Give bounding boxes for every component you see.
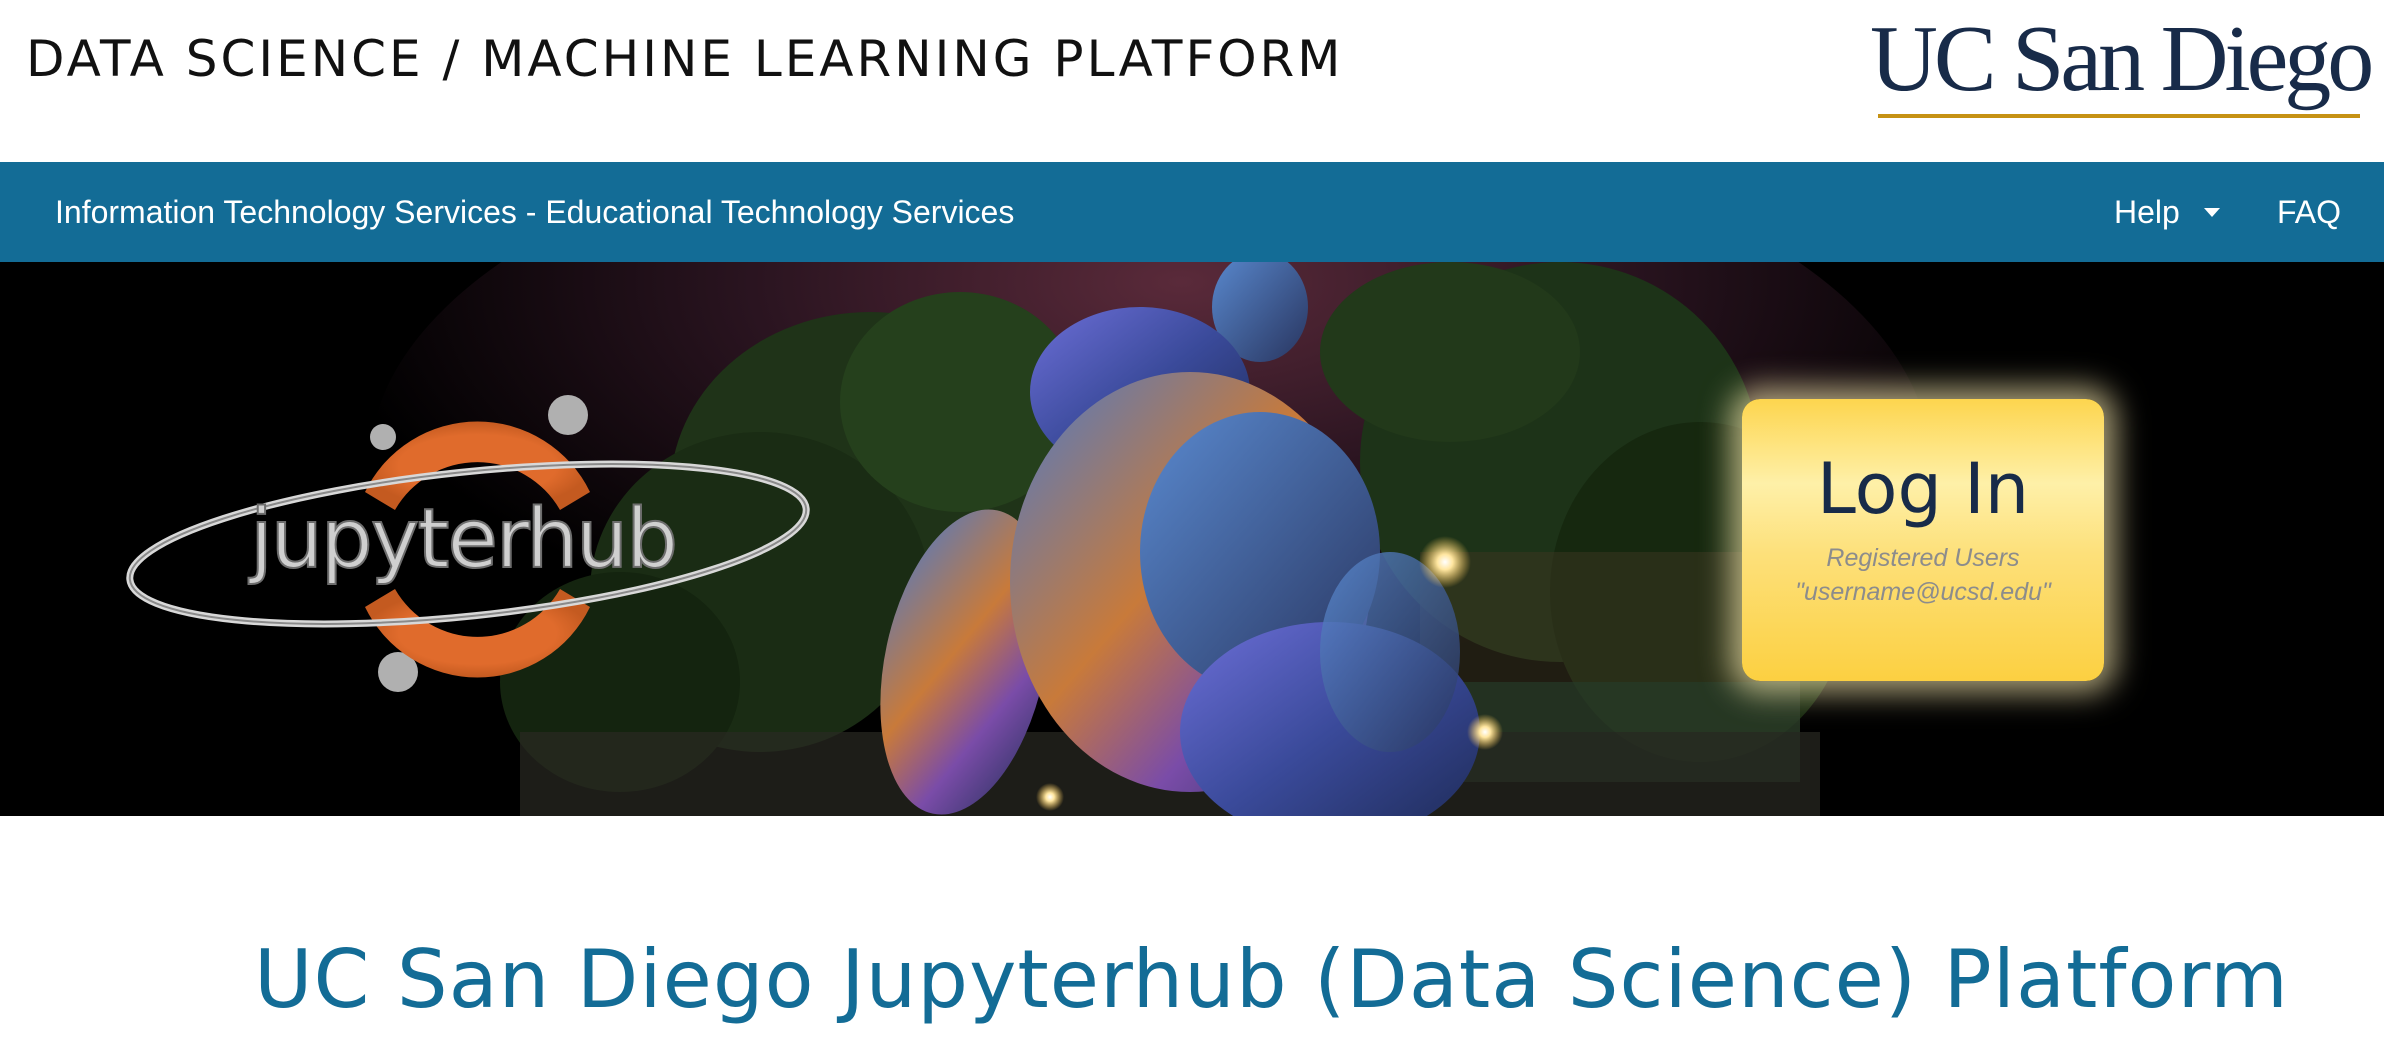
platform-title: DATA SCIENCE / MACHINE LEARNING PLATFORM [26, 30, 1344, 88]
nav-help-dropdown[interactable]: Help [2114, 162, 2220, 262]
nav-faq-link[interactable]: FAQ [2277, 162, 2341, 262]
login-sub-line1: Registered Users [1826, 544, 2020, 572]
logo-underline [1878, 114, 2360, 118]
navbar: Information Technology Services - Educat… [0, 162, 2384, 262]
nav-help-label: Help [2114, 194, 2180, 230]
caret-down-icon [2203, 208, 2220, 218]
ucsd-logo-text: UC San Diego [1870, 7, 2374, 111]
login-sub-line2: "username@ucsd.edu" [1795, 578, 2051, 606]
ucsd-logo[interactable]: UC San Diego [1870, 12, 2374, 122]
nav-org-link[interactable]: Information Technology Services - Educat… [55, 162, 1014, 262]
top-header: DATA SCIENCE / MACHINE LEARNING PLATFORM… [0, 0, 2384, 162]
jupyterhub-logo-text: jupyterhub [248, 492, 676, 587]
page-heading: UC San Diego Jupyterhub (Data Science) P… [254, 933, 2289, 1026]
login-title: Log In [1816, 448, 2030, 530]
login-button[interactable]: Log In Registered Users "username@ucsd.e… [1742, 399, 2104, 681]
hero-banner: jupyterhub Log In Registered Users "user… [0, 262, 2384, 816]
